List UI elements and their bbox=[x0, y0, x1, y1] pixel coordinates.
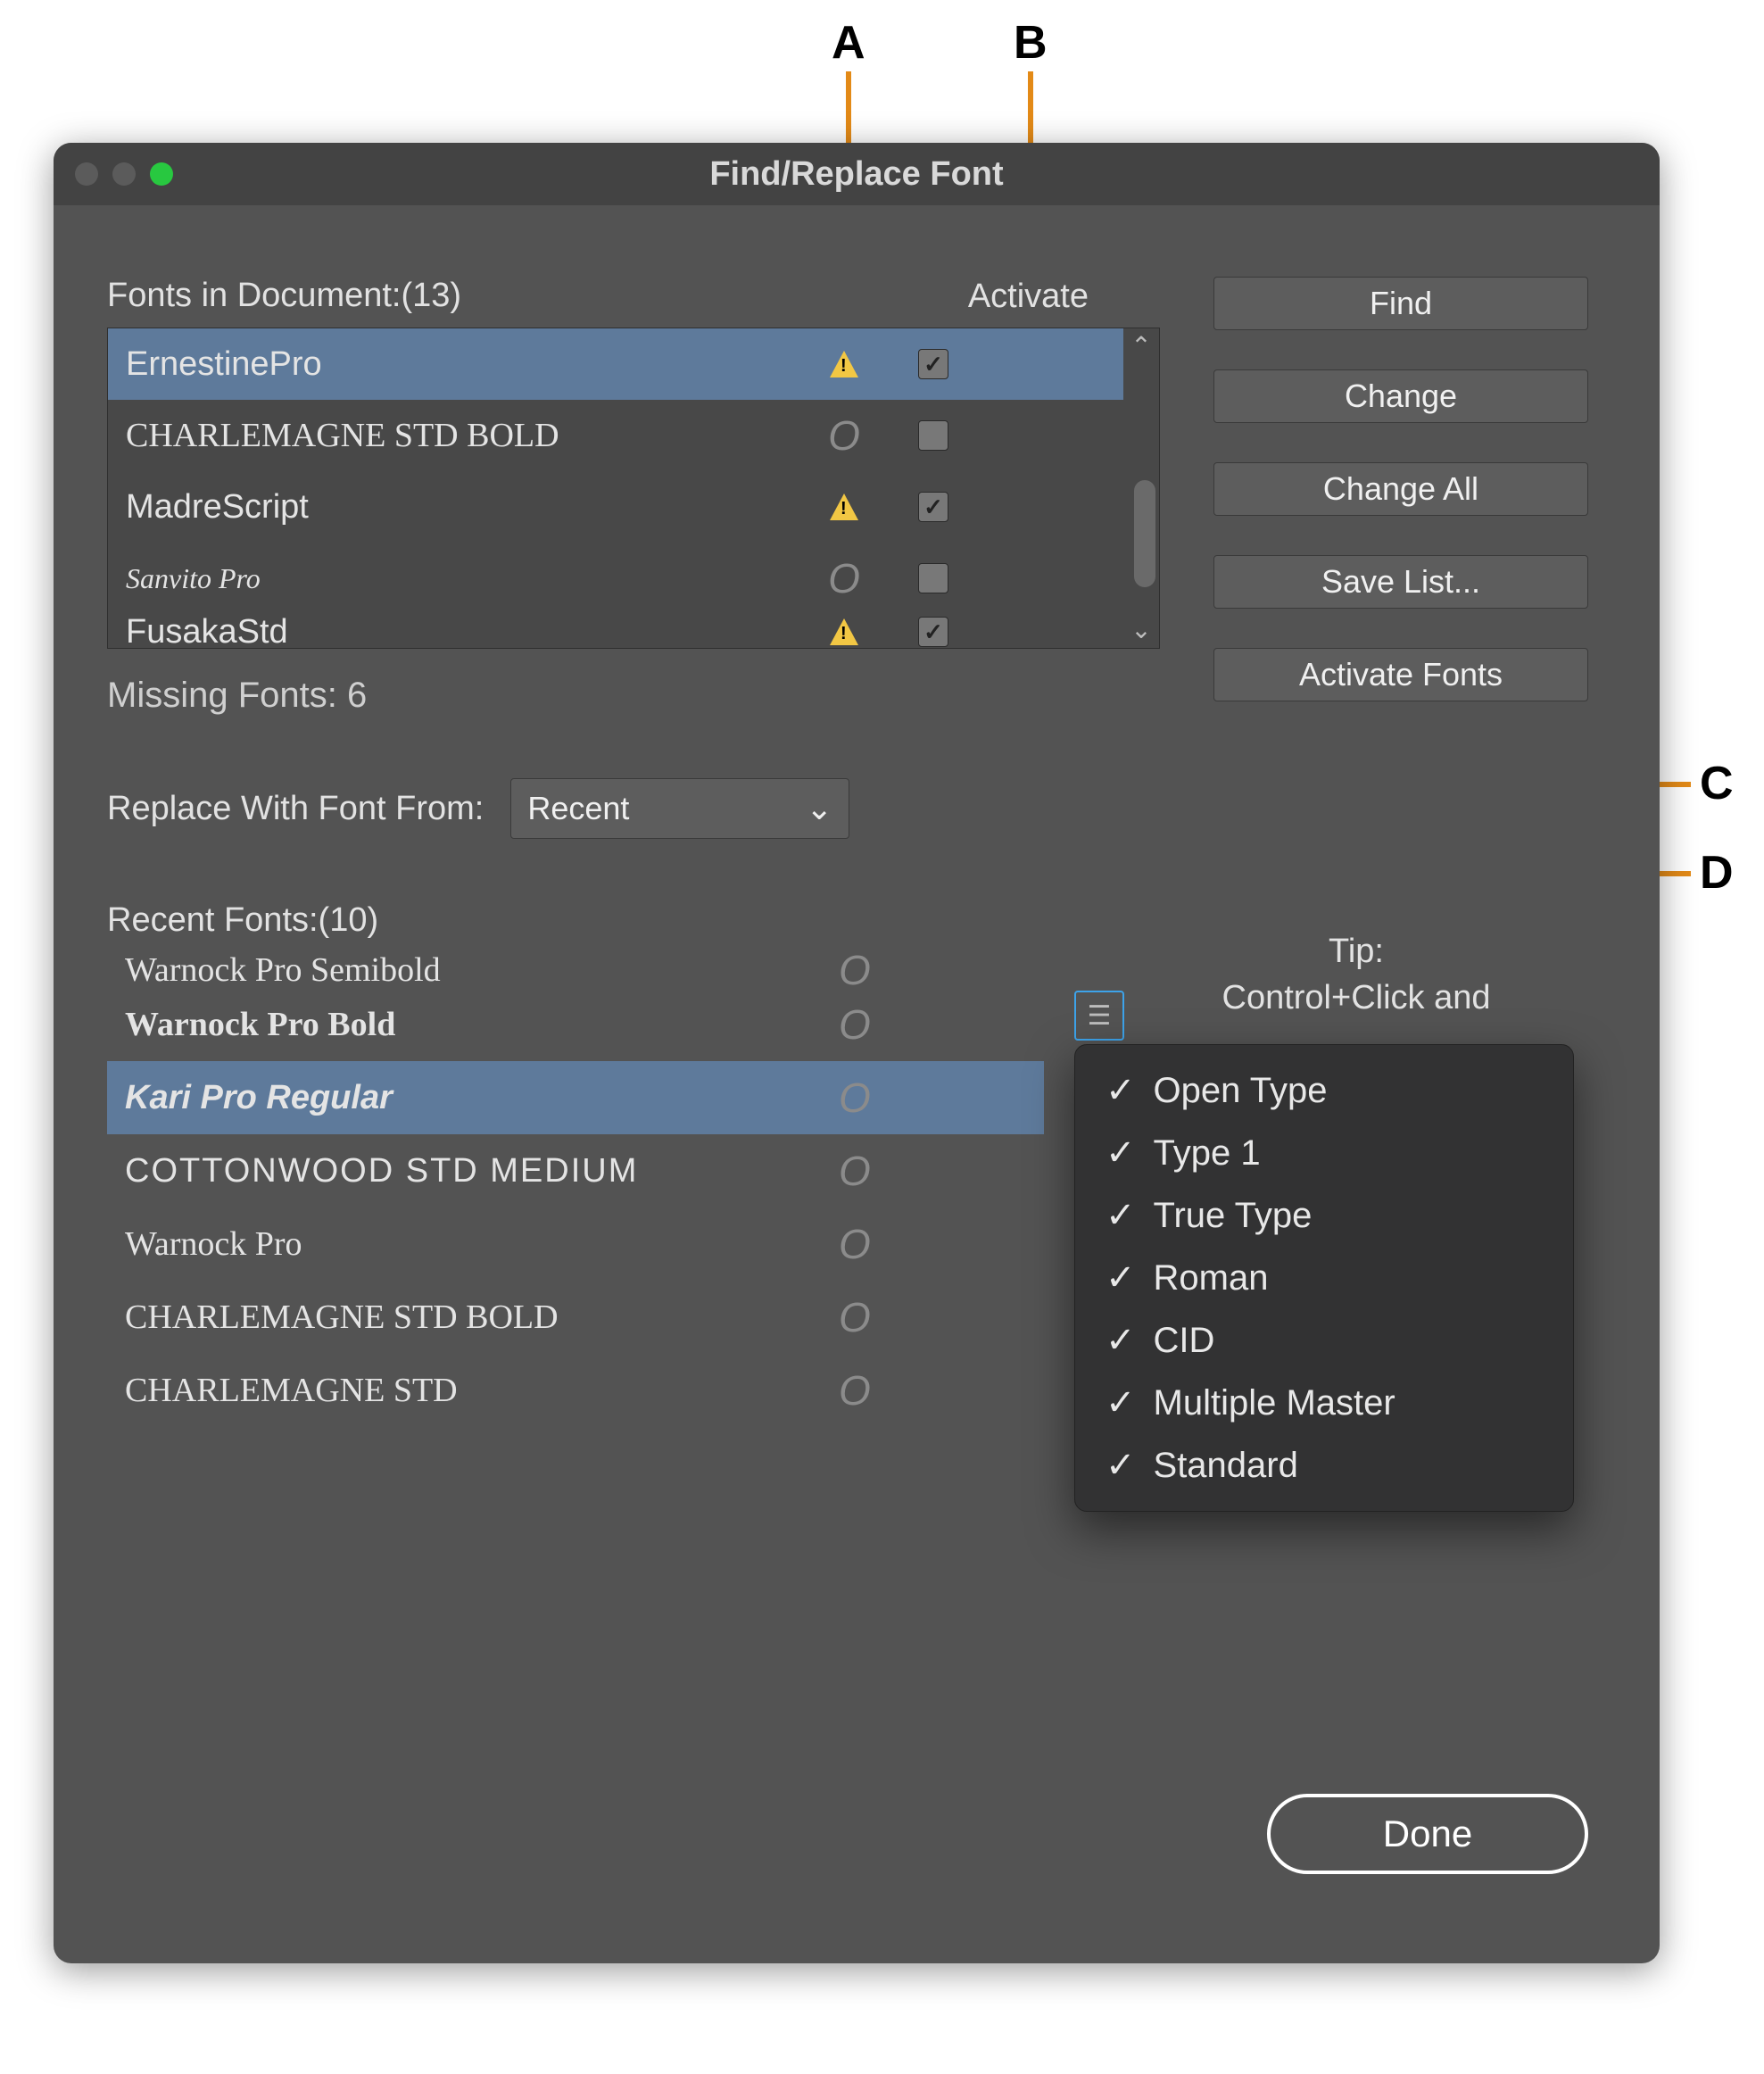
fonts-in-document-list[interactable]: ErnestinePro CHARLEMAGNE STD BOLD O Madr… bbox=[107, 328, 1160, 649]
change-button[interactable]: Change bbox=[1213, 369, 1588, 423]
check-icon: ✓ bbox=[1106, 1382, 1136, 1423]
missing-font-warning-icon bbox=[804, 494, 884, 520]
done-button[interactable]: Done bbox=[1267, 1794, 1588, 1874]
callout-b: B bbox=[1014, 16, 1048, 70]
scroll-thumb[interactable] bbox=[1134, 480, 1155, 587]
activate-checkbox[interactable] bbox=[918, 349, 948, 379]
font-name: CHARLEMAGNE STD BOLD bbox=[125, 1298, 839, 1337]
font-name: Kari Pro Regular bbox=[125, 1079, 839, 1117]
font-name: Warnock Pro Bold bbox=[125, 1005, 839, 1044]
tip-label: Tip: bbox=[1106, 928, 1606, 975]
dialog-title: Find/Replace Font bbox=[54, 155, 1660, 194]
recent-font-row[interactable]: Kari Pro Regular O bbox=[107, 1061, 1044, 1134]
filter-menu-item[interactable]: ✓ Type 1 bbox=[1075, 1122, 1573, 1184]
font-row[interactable]: MadreScript bbox=[108, 471, 1159, 543]
filter-menu-label: True Type bbox=[1154, 1196, 1313, 1236]
window-controls bbox=[75, 162, 173, 186]
scrollbar[interactable]: ⌃ ⌄ bbox=[1123, 328, 1159, 648]
titlebar: Find/Replace Font bbox=[54, 143, 1660, 205]
filter-menu-label: Open Type bbox=[1154, 1071, 1328, 1111]
check-icon: ✓ bbox=[1106, 1320, 1136, 1361]
font-row[interactable]: CHARLEMAGNE STD BOLD O bbox=[108, 400, 1159, 471]
chevron-down-icon: ⌄ bbox=[806, 790, 832, 827]
filter-menu-label: CID bbox=[1154, 1321, 1215, 1361]
font-name: FusakaStd bbox=[126, 614, 804, 649]
opentype-icon: O bbox=[804, 411, 884, 460]
opentype-icon: O bbox=[839, 1220, 871, 1268]
opentype-icon: O bbox=[839, 952, 871, 988]
check-icon: ✓ bbox=[1106, 1070, 1136, 1111]
filter-menu-label: Type 1 bbox=[1154, 1133, 1261, 1174]
callout-a: A bbox=[832, 16, 865, 70]
check-icon: ✓ bbox=[1106, 1445, 1136, 1486]
replace-with-label: Replace With Font From: bbox=[107, 790, 484, 828]
filter-menu-item[interactable]: ✓ Multiple Master bbox=[1075, 1372, 1573, 1434]
recent-fonts-list[interactable]: Warnock Pro Semibold O Warnock Pro Bold … bbox=[107, 952, 1044, 1427]
font-name: CHARLEMAGNE STD bbox=[125, 1371, 839, 1410]
missing-fonts-label: Missing Fonts: 6 bbox=[107, 676, 1160, 716]
opentype-icon: O bbox=[839, 1293, 871, 1341]
zoom-window-button[interactable] bbox=[150, 162, 173, 186]
filter-menu-label: Standard bbox=[1154, 1446, 1298, 1486]
activate-checkbox[interactable] bbox=[918, 492, 948, 522]
save-list-button[interactable]: Save List... bbox=[1213, 555, 1588, 609]
opentype-icon: O bbox=[804, 554, 884, 602]
activate-fonts-button[interactable]: Activate Fonts bbox=[1213, 648, 1588, 701]
activate-checkbox[interactable] bbox=[918, 617, 948, 647]
check-icon: ✓ bbox=[1106, 1132, 1136, 1174]
opentype-icon: O bbox=[839, 1074, 871, 1122]
find-replace-font-dialog: Find/Replace Font Fonts in Document:(13)… bbox=[54, 143, 1660, 1963]
replace-with-dropdown[interactable]: Recent ⌄ bbox=[510, 778, 849, 839]
close-window-button[interactable] bbox=[75, 162, 98, 186]
tip-text: Control+Click and bbox=[1106, 975, 1606, 1021]
font-type-filter-menu: ✓ Open Type ✓ Type 1 ✓ True Type ✓ Roman ✓ CI… bbox=[1074, 1044, 1574, 1512]
font-name: Warnock Pro Semibold bbox=[125, 952, 839, 988]
font-name: Warnock Pro bbox=[125, 1224, 839, 1264]
opentype-icon: O bbox=[839, 1000, 871, 1049]
filter-menu-item[interactable]: ✓ Standard bbox=[1075, 1434, 1573, 1497]
check-icon: ✓ bbox=[1106, 1195, 1136, 1236]
font-row[interactable]: FusakaStd bbox=[108, 614, 1159, 649]
recent-font-row[interactable]: CHARLEMAGNE STD BOLD O bbox=[107, 1281, 1044, 1354]
change-all-button[interactable]: Change All bbox=[1213, 462, 1588, 516]
font-name: MadreScript bbox=[126, 488, 804, 527]
recent-fonts-label: Recent Fonts:(10) bbox=[107, 901, 1160, 940]
font-name: COTTONWOOD STD MEDIUM bbox=[125, 1152, 839, 1190]
recent-font-row[interactable]: Warnock Pro O bbox=[107, 1207, 1044, 1281]
chevron-down-icon[interactable]: ⌄ bbox=[1123, 612, 1159, 648]
check-icon: ✓ bbox=[1106, 1257, 1136, 1298]
recent-font-row[interactable]: CHARLEMAGNE STD O bbox=[107, 1354, 1044, 1427]
font-row[interactable]: ErnestinePro bbox=[108, 328, 1159, 400]
missing-font-warning-icon bbox=[804, 351, 884, 377]
font-name: Sanvito Pro bbox=[126, 562, 804, 595]
filter-menu-label: Multiple Master bbox=[1154, 1383, 1395, 1423]
missing-font-warning-icon bbox=[804, 618, 884, 645]
opentype-icon: O bbox=[839, 1147, 871, 1195]
recent-font-row[interactable]: Warnock Pro Bold O bbox=[107, 988, 1044, 1061]
activate-column-header: Activate bbox=[968, 278, 1089, 316]
recent-font-row[interactable]: COTTONWOOD STD MEDIUM O bbox=[107, 1134, 1044, 1207]
filter-list-icon[interactable]: ☰ bbox=[1074, 991, 1124, 1041]
font-name: CHARLEMAGNE STD BOLD bbox=[126, 416, 804, 455]
opentype-icon: O bbox=[839, 1366, 871, 1414]
filter-menu-label: Roman bbox=[1154, 1258, 1269, 1298]
minimize-window-button[interactable] bbox=[112, 162, 136, 186]
recent-font-row[interactable]: Warnock Pro Semibold O bbox=[107, 952, 1044, 988]
filter-menu-item[interactable]: ✓ True Type bbox=[1075, 1184, 1573, 1247]
font-row[interactable]: Sanvito Pro O bbox=[108, 543, 1159, 614]
callout-d: D bbox=[1700, 846, 1734, 900]
activate-checkbox[interactable] bbox=[918, 420, 948, 451]
chevron-up-icon[interactable]: ⌃ bbox=[1123, 328, 1159, 364]
filter-menu-item[interactable]: ✓ CID bbox=[1075, 1309, 1573, 1372]
activate-checkbox[interactable] bbox=[918, 563, 948, 593]
find-button[interactable]: Find bbox=[1213, 277, 1588, 330]
dropdown-selected-value: Recent bbox=[527, 790, 629, 827]
filter-menu-item[interactable]: ✓ Open Type bbox=[1075, 1059, 1573, 1122]
callout-c: C bbox=[1700, 757, 1734, 810]
font-name: ErnestinePro bbox=[126, 345, 804, 384]
filter-menu-item[interactable]: ✓ Roman bbox=[1075, 1247, 1573, 1309]
